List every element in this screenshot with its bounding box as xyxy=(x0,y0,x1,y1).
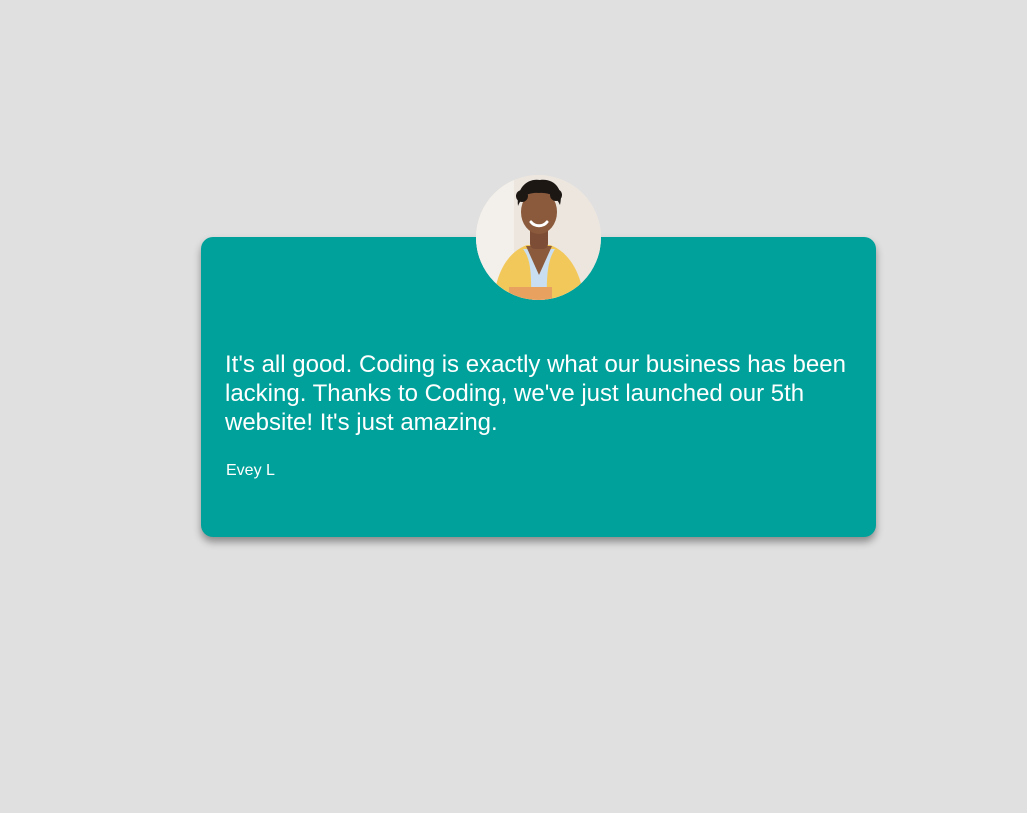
testimonial-quote: It's all good. Coding is exactly what ou… xyxy=(225,351,846,436)
avatar xyxy=(476,175,601,300)
person-portrait-icon xyxy=(476,175,601,300)
testimonial-author: Evey L xyxy=(226,462,275,479)
